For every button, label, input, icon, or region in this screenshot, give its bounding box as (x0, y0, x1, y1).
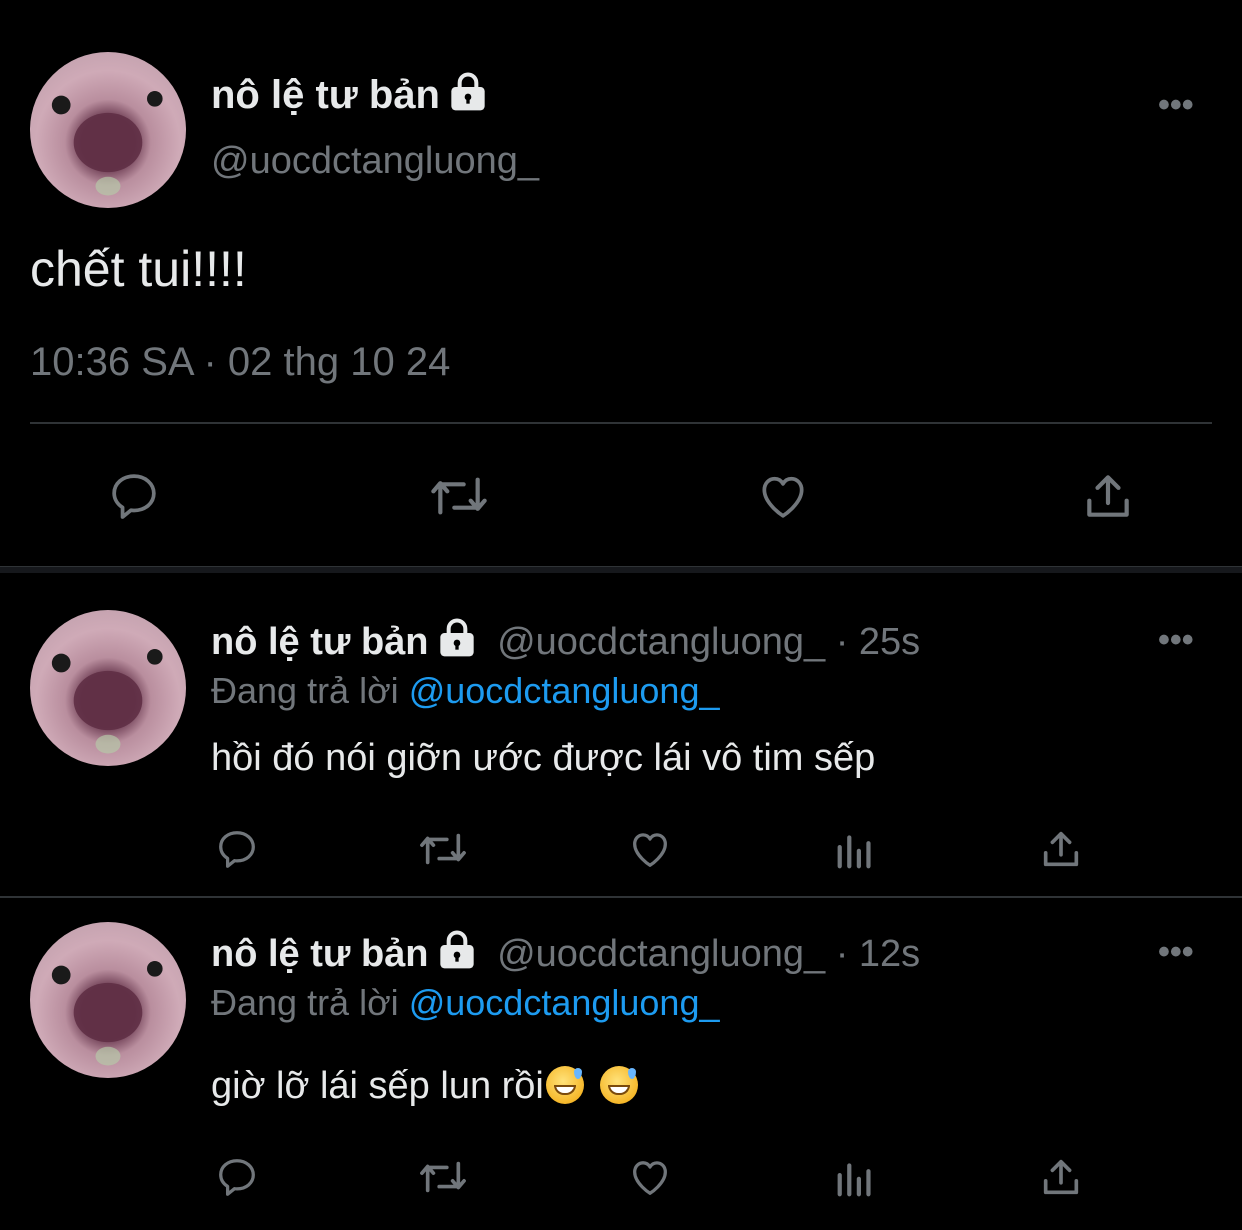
more-options-button[interactable]: ••• (1158, 88, 1194, 122)
grinning-sweat-emoji (545, 1066, 584, 1104)
tweet-timestamp[interactable]: 10:36 SA · 02 thg 10 24 (30, 340, 450, 385)
relative-time[interactable]: · 12s (836, 933, 920, 975)
relative-time[interactable]: · 25s (836, 621, 920, 663)
more-options-button[interactable]: ••• (1158, 623, 1194, 657)
replying-to: Đang trả lời @uocdctangluong_ (211, 670, 720, 711)
reply-icon[interactable] (214, 1154, 260, 1200)
divider (30, 422, 1212, 424)
lock-icon (439, 618, 474, 657)
analytics-icon[interactable] (833, 826, 879, 872)
retweet-icon[interactable] (426, 468, 492, 524)
like-icon[interactable] (626, 1154, 674, 1200)
retweet-icon[interactable] (416, 826, 470, 872)
tweet-text: hồi đó nói giỡn ước được lái vô tim sếp (211, 737, 876, 779)
reply-icon[interactable] (106, 468, 162, 524)
like-icon[interactable] (754, 468, 812, 524)
reply-header: nô lệ tư bản @uocdctangluong_ · 12s (211, 930, 920, 976)
replying-to-link[interactable]: @uocdctangluong_ (409, 982, 720, 1023)
more-options-button[interactable]: ••• (1158, 935, 1194, 969)
like-icon[interactable] (626, 826, 674, 872)
display-name[interactable]: nô lệ tư bản (211, 621, 429, 663)
reply-header: nô lệ tư bản @uocdctangluong_ · 25s (211, 618, 920, 664)
divider (0, 896, 1242, 898)
replying-to-link[interactable]: @uocdctangluong_ (409, 670, 720, 711)
grinning-sweat-emoji (599, 1066, 638, 1104)
lock-icon (451, 72, 485, 111)
analytics-icon[interactable] (833, 1154, 879, 1200)
display-name[interactable]: nô lệ tư bản (211, 933, 429, 975)
avatar[interactable] (30, 922, 186, 1078)
tweet-text: chết tui!!!! (30, 241, 247, 297)
share-icon[interactable] (1038, 826, 1084, 872)
avatar[interactable] (30, 610, 186, 766)
replying-to: Đang trả lời @uocdctangluong_ (211, 982, 720, 1023)
handle[interactable]: @uocdctangluong_ (497, 621, 825, 663)
handle[interactable]: @uocdctangluong_ (211, 140, 539, 183)
reply-icon[interactable] (214, 826, 260, 872)
lock-icon (439, 930, 474, 969)
section-divider (0, 566, 1242, 573)
share-icon[interactable] (1080, 468, 1136, 524)
share-icon[interactable] (1038, 1154, 1084, 1200)
handle[interactable]: @uocdctangluong_ (497, 933, 825, 975)
tweet-text: giờ lỡ lái sếp lun rồi (211, 1065, 648, 1108)
display-name[interactable]: nô lệ tư bản (211, 72, 488, 118)
retweet-icon[interactable] (416, 1154, 470, 1200)
avatar[interactable] (30, 52, 186, 208)
